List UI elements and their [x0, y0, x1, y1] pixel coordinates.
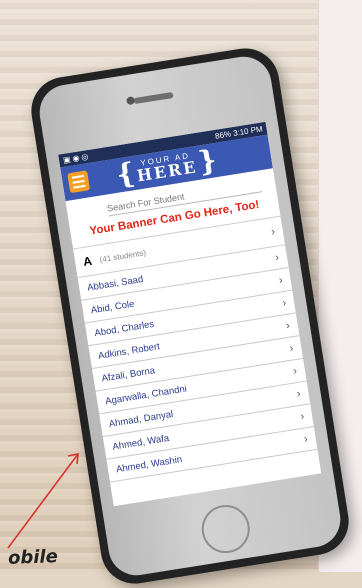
- student-name: Abbasi, Saad: [86, 273, 144, 294]
- student-name: Ahmed, Wafa: [111, 432, 170, 453]
- chevron-right-icon: ›: [295, 387, 302, 401]
- hamburger-icon-bar: [72, 179, 85, 184]
- section-letter: A: [82, 253, 93, 269]
- student-list: Abbasi, Saad › Abid, Cole › Abod, Charles › Ad…: [77, 245, 318, 483]
- student-name: Abid, Cole: [90, 298, 136, 316]
- student-name: Abod, Charles: [93, 318, 155, 339]
- chevron-right-icon: ›: [299, 410, 306, 423]
- student-name: Ahmed, Washin: [115, 453, 183, 475]
- battery-level: 86%: [214, 129, 232, 141]
- chevron-right-icon: ›: [288, 342, 295, 355]
- home-button[interactable]: [198, 501, 254, 557]
- chevron-right-icon: ›: [277, 274, 284, 287]
- app-screen: ▣◉◎ 86% 3:10 PM { YOUR AD HERE} Search …: [58, 121, 322, 507]
- chevron-right-icon: ›: [274, 251, 280, 264]
- student-name: Afzali, Borna: [100, 364, 156, 385]
- camera-icon: [126, 96, 136, 106]
- student-name: Adkins, Robert: [97, 340, 161, 362]
- caption-text: obile: [7, 546, 59, 569]
- hamburger-icon-bar: [73, 184, 86, 189]
- hamburger-icon-bar: [71, 174, 84, 179]
- chevron-right-icon: ›: [281, 296, 288, 310]
- chevron-right-icon: ›: [303, 433, 309, 446]
- chevron-right-icon: ›: [285, 319, 291, 333]
- speaker-grille: [133, 91, 174, 105]
- menu-button[interactable]: [67, 170, 91, 194]
- chevron-right-icon: ›: [292, 365, 298, 378]
- chevron-right-icon: ›: [270, 225, 276, 239]
